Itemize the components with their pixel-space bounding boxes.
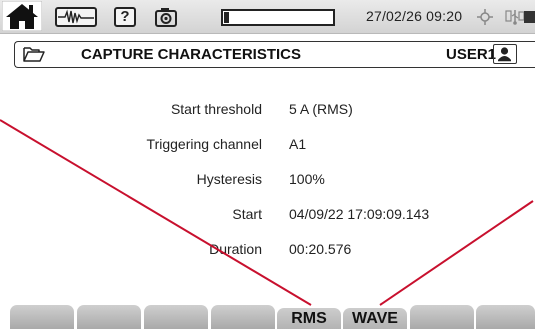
detail-value: 04/09/22 17:09:09.143 xyxy=(289,206,430,222)
date-time: 27/02/26 09:20 xyxy=(366,8,463,24)
detail-label: Hysteresis xyxy=(196,171,262,187)
detail-value: 00:20.576 xyxy=(289,241,352,257)
screen-title-bar: CAPTURE CHARACTERISTICS USER1 xyxy=(14,41,535,68)
softkey-empty[interactable] xyxy=(144,305,208,329)
home-icon[interactable] xyxy=(1,0,43,32)
softkey-rms[interactable]: RMS xyxy=(277,308,341,329)
detail-value: 5 A (RMS) xyxy=(289,101,353,117)
camera-icon[interactable] xyxy=(154,6,178,28)
detail-label: Duration xyxy=(209,241,262,257)
folder-icon[interactable] xyxy=(23,45,45,63)
detail-value: 100% xyxy=(289,171,325,187)
detail-label: Start xyxy=(232,206,262,222)
help-icon[interactable]: ? xyxy=(114,7,136,27)
detail-row: Hysteresis 100% xyxy=(0,171,535,191)
softkey-empty[interactable] xyxy=(410,305,474,329)
battery-level xyxy=(224,12,229,23)
power-icon xyxy=(524,11,535,23)
gps-icon xyxy=(477,9,493,25)
detail-row: Start 04/09/22 17:09:09.143 xyxy=(0,206,535,226)
softkey-empty[interactable] xyxy=(10,305,74,329)
waveform-icon[interactable] xyxy=(55,7,97,27)
page-title: CAPTURE CHARACTERISTICS xyxy=(81,46,302,63)
user-label: USER1 xyxy=(446,46,497,63)
detail-row: Duration 00:20.576 xyxy=(0,241,535,261)
softkey-empty[interactable] xyxy=(211,305,275,329)
network-icon xyxy=(505,8,525,26)
detail-label: Start threshold xyxy=(170,101,262,117)
status-bar: ? 27/02/26 09:20 xyxy=(0,0,535,34)
detail-value: A1 xyxy=(289,136,307,152)
softkey-empty[interactable] xyxy=(476,305,535,329)
battery-icon xyxy=(221,9,335,26)
user-icon[interactable] xyxy=(493,44,517,64)
softkey-wave[interactable]: WAVE xyxy=(343,308,407,329)
detail-label: Triggering channel xyxy=(146,136,262,152)
detail-row: Triggering channel A1 xyxy=(0,136,535,156)
softkey-empty[interactable] xyxy=(77,305,141,329)
detail-row: Start threshold 5 A (RMS) xyxy=(0,101,535,121)
softkey-bar: RMS WAVE xyxy=(0,296,535,329)
